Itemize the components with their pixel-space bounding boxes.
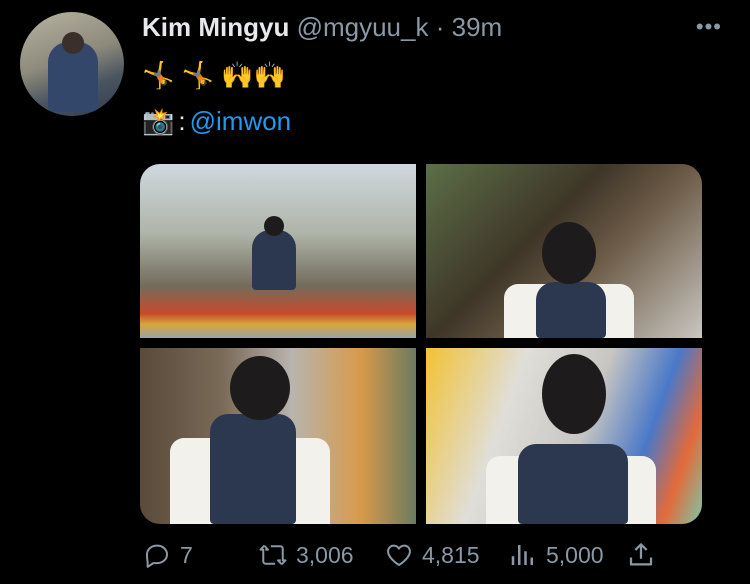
- photo-3-vest: [210, 414, 296, 524]
- photo-1[interactable]: [140, 164, 416, 338]
- author-handle[interactable]: @mgyuu_k: [297, 12, 429, 42]
- like-count: 4,815: [422, 541, 480, 568]
- photo-4-head: [542, 354, 606, 434]
- tweet-credit-line: 📸: @imwon: [142, 106, 291, 137]
- more-options-icon[interactable]: •••: [696, 14, 722, 40]
- photo-3-head: [230, 356, 290, 420]
- share-button[interactable]: [626, 540, 656, 570]
- author-name[interactable]: Kim Mingyu: [142, 12, 289, 42]
- media-grid: [140, 164, 702, 524]
- photo-2-vest: [536, 282, 606, 338]
- photo-2-head: [542, 222, 596, 284]
- retweet-count: 3,006: [296, 541, 354, 568]
- avatar-head: [62, 32, 84, 54]
- mention-link[interactable]: @imwon: [190, 106, 292, 136]
- author-avatar[interactable]: [20, 12, 124, 116]
- tweet-header: Kim Mingyu @mgyuu_k · 39m: [142, 12, 502, 43]
- photo-4-vest: [518, 444, 628, 524]
- photo-1-figure: [252, 230, 296, 290]
- reply-count: 7: [180, 541, 193, 568]
- reply-button[interactable]: 7: [142, 540, 193, 570]
- like-button[interactable]: 4,815: [384, 540, 480, 570]
- photo-4[interactable]: [426, 348, 702, 524]
- separator-dot: ·: [435, 12, 445, 42]
- tweet-timestamp[interactable]: 39m: [452, 12, 503, 42]
- retweet-button[interactable]: 3,006: [258, 540, 354, 570]
- photo-2[interactable]: [426, 164, 702, 338]
- views-button[interactable]: 5,000: [508, 540, 604, 570]
- camera-emoji: 📸: [142, 106, 175, 136]
- tweet-emoji-line: 🤸 🤸 🙌🙌: [142, 60, 286, 90]
- views-icon: [511, 545, 533, 565]
- reply-icon: [146, 544, 168, 568]
- photo-1-head: [264, 216, 284, 236]
- retweet-icon: [259, 544, 287, 566]
- views-count: 5,000: [546, 541, 604, 568]
- heart-icon: [387, 544, 411, 566]
- tweet-actions: 7 3,006 4,815 5,000: [142, 540, 662, 574]
- share-icon: [629, 543, 653, 566]
- credit-colon: :: [178, 106, 186, 136]
- photo-3[interactable]: [140, 348, 416, 524]
